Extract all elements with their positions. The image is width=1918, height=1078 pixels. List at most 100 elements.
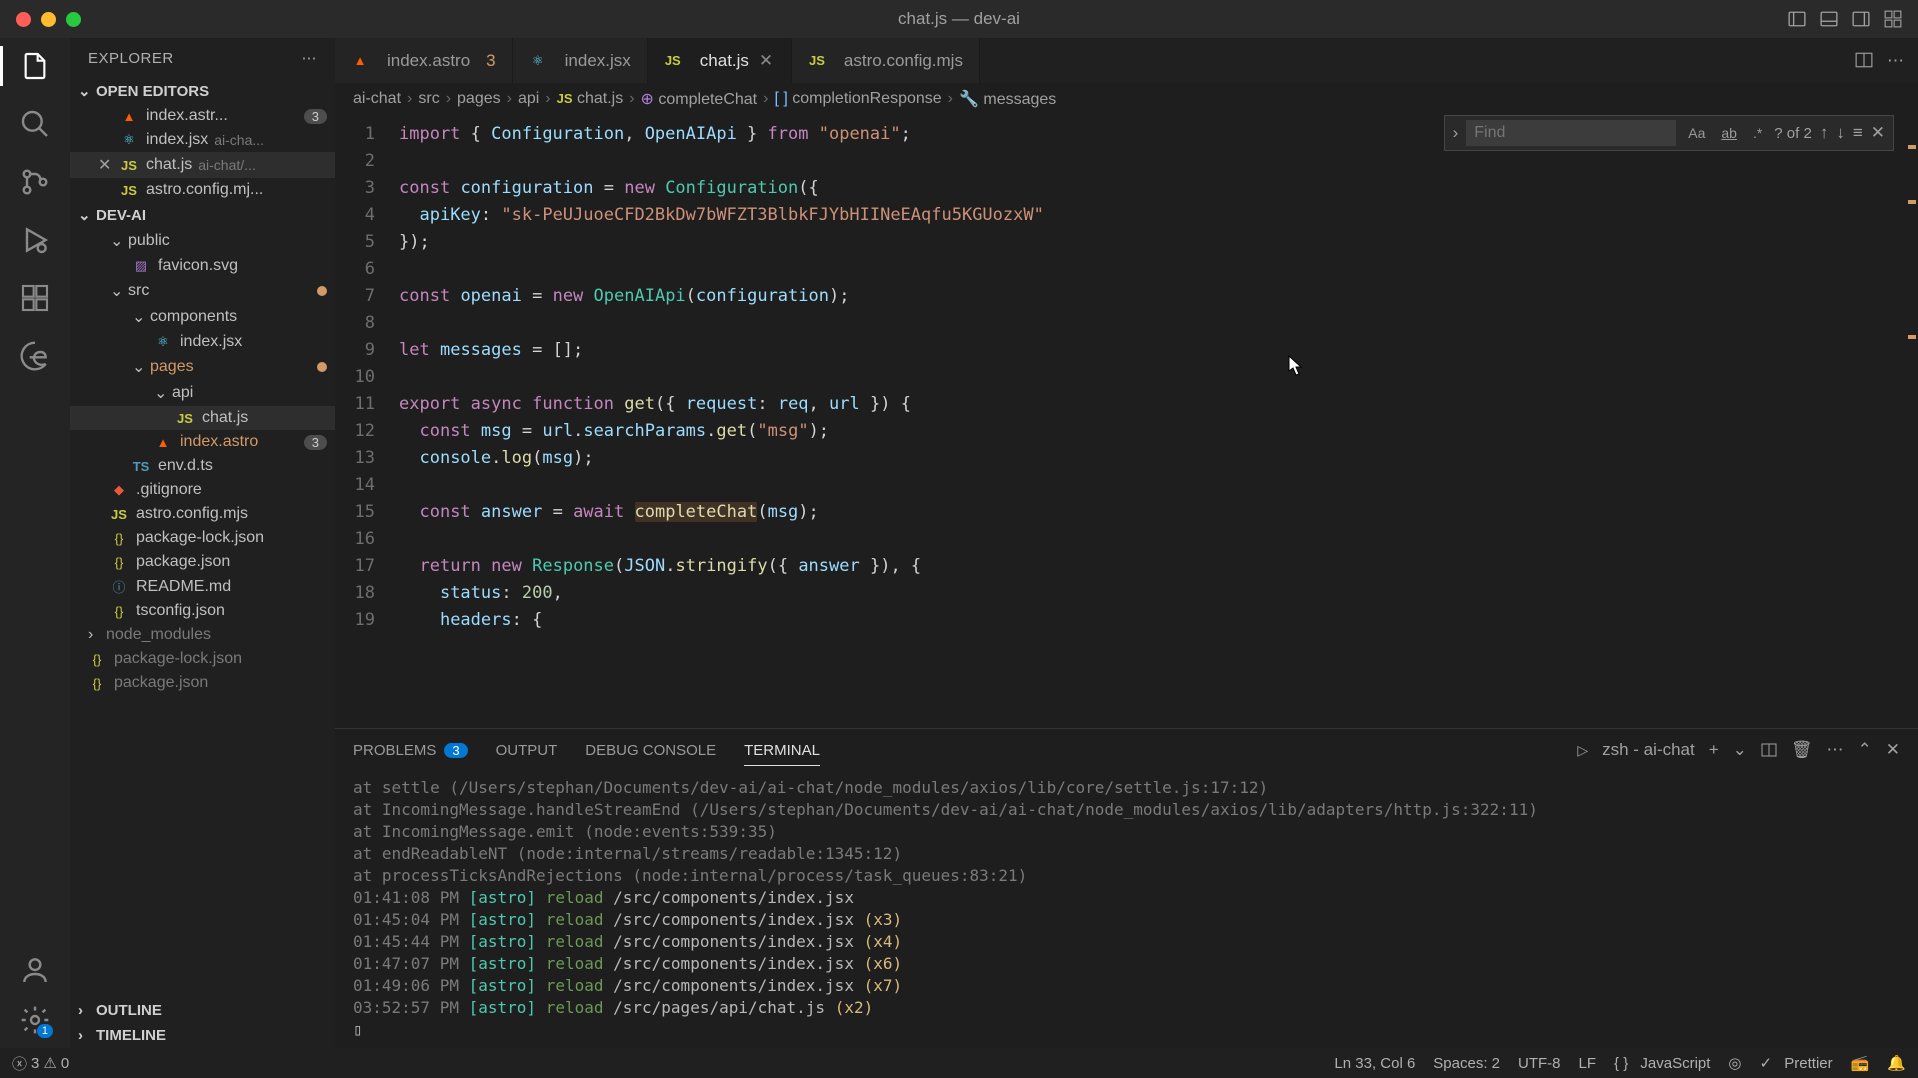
terminal-label: TERMINAL	[744, 742, 820, 759]
split-terminal-icon[interactable]	[1761, 742, 1777, 758]
tab-more-icon[interactable]: ⋯	[1887, 51, 1904, 71]
folder-item[interactable]: ⌄src	[70, 278, 335, 304]
open-editor-item[interactable]: ⚛index.jsxai-cha...	[70, 128, 335, 152]
terminal-tab[interactable]: TERMINAL	[744, 742, 820, 766]
split-editor-icon[interactable]	[1855, 51, 1873, 69]
accounts-icon[interactable]	[19, 954, 51, 986]
item-name: package.json	[136, 553, 230, 571]
status-eol[interactable]: LF	[1579, 1054, 1597, 1072]
find-prev-icon[interactable]: ↑	[1820, 123, 1829, 143]
close-window-button[interactable]	[16, 12, 31, 27]
breadcrumb-item[interactable]: pages	[457, 90, 501, 108]
match-word-icon[interactable]: ab	[1717, 123, 1741, 143]
file-item[interactable]: {}package-lock.json	[70, 647, 335, 671]
terminal-shell-icon[interactable]: ▷	[1577, 742, 1588, 759]
editor-tab[interactable]: ⚛index.jsx	[513, 38, 648, 83]
maximize-window-button[interactable]	[66, 12, 81, 27]
new-terminal-icon[interactable]: +	[1709, 740, 1719, 760]
folder-item[interactable]: ⌄components	[70, 304, 335, 330]
file-item[interactable]: ⚛index.jsx	[70, 330, 335, 354]
minimap[interactable]	[1888, 115, 1918, 728]
regex-icon[interactable]: .*	[1749, 123, 1766, 143]
timeline-section[interactable]: › TIMELINE	[70, 1023, 335, 1048]
close-editor-icon[interactable]: ✕	[98, 155, 114, 175]
file-item[interactable]: TSenv.d.ts	[70, 454, 335, 478]
debug-console-tab[interactable]: DEBUG CONSOLE	[585, 742, 716, 759]
project-section[interactable]: ⌄ DEV-AI	[70, 202, 335, 228]
panel-more-icon[interactable]: ⋯	[1827, 740, 1844, 760]
code-editor[interactable]: › Aa ab .* ? of 2 ↑ ↓ ≡ ✕ 12345678910111…	[335, 115, 1918, 728]
file-item[interactable]: JSastro.config.mjs	[70, 502, 335, 526]
breadcrumb-item[interactable]: 🔧 messages	[959, 89, 1056, 109]
breadcrumb-item[interactable]: JS chat.js	[557, 90, 624, 108]
status-bell-icon[interactable]: 🔔	[1887, 1054, 1906, 1072]
terminal-output[interactable]: at settle (/Users/stephan/Documents/dev-…	[335, 771, 1918, 1048]
match-case-icon[interactable]: Aa	[1684, 123, 1709, 143]
open-editors-section[interactable]: ⌄ OPEN EDITORS	[70, 78, 335, 104]
status-language[interactable]: { } JavaScript	[1614, 1054, 1710, 1072]
run-debug-tab-icon[interactable]	[19, 224, 51, 256]
find-next-icon[interactable]: ↓	[1836, 123, 1845, 143]
breadcrumb-item[interactable]: api	[518, 90, 539, 108]
open-editors-label: OPEN EDITORS	[96, 83, 209, 100]
file-item[interactable]: ◆.gitignore	[70, 478, 335, 502]
status-ln-col[interactable]: Ln 33, Col 6	[1334, 1054, 1415, 1072]
editor-tab[interactable]: ▲index.astro3	[335, 38, 513, 83]
open-editor-item[interactable]: ✕JSchat.jsai-chat/...	[70, 152, 335, 178]
maximize-panel-icon[interactable]: ⌃	[1858, 740, 1872, 760]
find-selection-icon[interactable]: ≡	[1853, 123, 1863, 143]
minimize-window-button[interactable]	[41, 12, 56, 27]
source-control-tab-icon[interactable]	[19, 166, 51, 198]
file-item[interactable]: {}package.json	[70, 671, 335, 695]
file-item[interactable]: ▲index.astro3	[70, 430, 335, 454]
breadcrumb-item[interactable]: ⊕ completeChat	[641, 89, 758, 109]
settings-gear-icon[interactable]: 1	[19, 1004, 51, 1036]
status-errors[interactable]: ⓧ3 ⚠0	[12, 1053, 69, 1074]
extensions-tab-icon[interactable]	[19, 282, 51, 314]
file-item[interactable]: {}package.json	[70, 550, 335, 574]
file-item[interactable]: {}package-lock.json	[70, 526, 335, 550]
kill-terminal-icon[interactable]: 🗑	[1791, 740, 1813, 760]
toggle-primary-sidebar-icon[interactable]	[1788, 10, 1806, 28]
find-close-icon[interactable]: ✕	[1871, 123, 1885, 143]
file-item[interactable]: JSchat.js	[70, 406, 335, 430]
file-item[interactable]: ▨favicon.svg	[70, 254, 335, 278]
problems-badge: 3	[304, 435, 327, 450]
terminal-shell-label[interactable]: zsh - ai-chat	[1602, 740, 1695, 760]
customize-layout-icon[interactable]	[1884, 10, 1902, 28]
close-panel-icon[interactable]: ✕	[1886, 740, 1900, 760]
code-content[interactable]: import { Configuration, OpenAIApi } from…	[399, 115, 1918, 728]
folder-item[interactable]: ⌄api	[70, 380, 335, 406]
open-editor-item[interactable]: ▲index.astr...3	[70, 104, 335, 128]
status-spaces[interactable]: Spaces: 2	[1433, 1054, 1500, 1072]
open-editor-item[interactable]: JSastro.config.mj...	[70, 178, 335, 202]
explorer-more-icon[interactable]: ⋯	[302, 49, 318, 67]
status-encoding[interactable]: UTF-8	[1518, 1054, 1561, 1072]
status-feedback-icon[interactable]: 📻	[1851, 1054, 1870, 1072]
folder-item[interactable]: ⌄public	[70, 228, 335, 254]
file-item[interactable]: {}tsconfig.json	[70, 599, 335, 623]
problems-tab[interactable]: PROBLEMS 3	[353, 742, 468, 759]
breadcrumb-item[interactable]: [ ] completionResponse	[774, 90, 941, 108]
edge-tab-icon[interactable]	[19, 340, 51, 372]
outline-section[interactable]: › OUTLINE	[70, 998, 335, 1023]
editor-tab[interactable]: JSastro.config.mjs	[792, 38, 980, 83]
close-tab-icon[interactable]: ✕	[759, 51, 775, 71]
find-input[interactable]	[1466, 120, 1676, 146]
output-tab[interactable]: OUTPUT	[496, 742, 558, 759]
explorer-tab-icon[interactable]	[19, 50, 51, 82]
status-prettier[interactable]: ✓ Prettier	[1760, 1054, 1833, 1072]
breadcrumb-item[interactable]: src	[418, 90, 439, 108]
status-copilot-icon[interactable]: ◎	[1728, 1054, 1741, 1072]
breadcrumb-item[interactable]: ai-chat	[353, 90, 401, 108]
folder-item[interactable]: ›node_modules	[70, 623, 335, 647]
breadcrumbs[interactable]: ai-chat›src›pages›api›JS chat.js›⊕ compl…	[335, 83, 1918, 115]
editor-tab[interactable]: JSchat.js✕	[648, 38, 792, 83]
file-item[interactable]: ⓘREADME.md	[70, 574, 335, 599]
toggle-secondary-sidebar-icon[interactable]	[1852, 10, 1870, 28]
find-toggle-replace-icon[interactable]: ›	[1453, 123, 1459, 143]
folder-item[interactable]: ⌄pages	[70, 354, 335, 380]
search-tab-icon[interactable]	[19, 108, 51, 140]
toggle-panel-icon[interactable]	[1820, 10, 1838, 28]
terminal-dropdown-icon[interactable]: ⌄	[1733, 740, 1747, 760]
